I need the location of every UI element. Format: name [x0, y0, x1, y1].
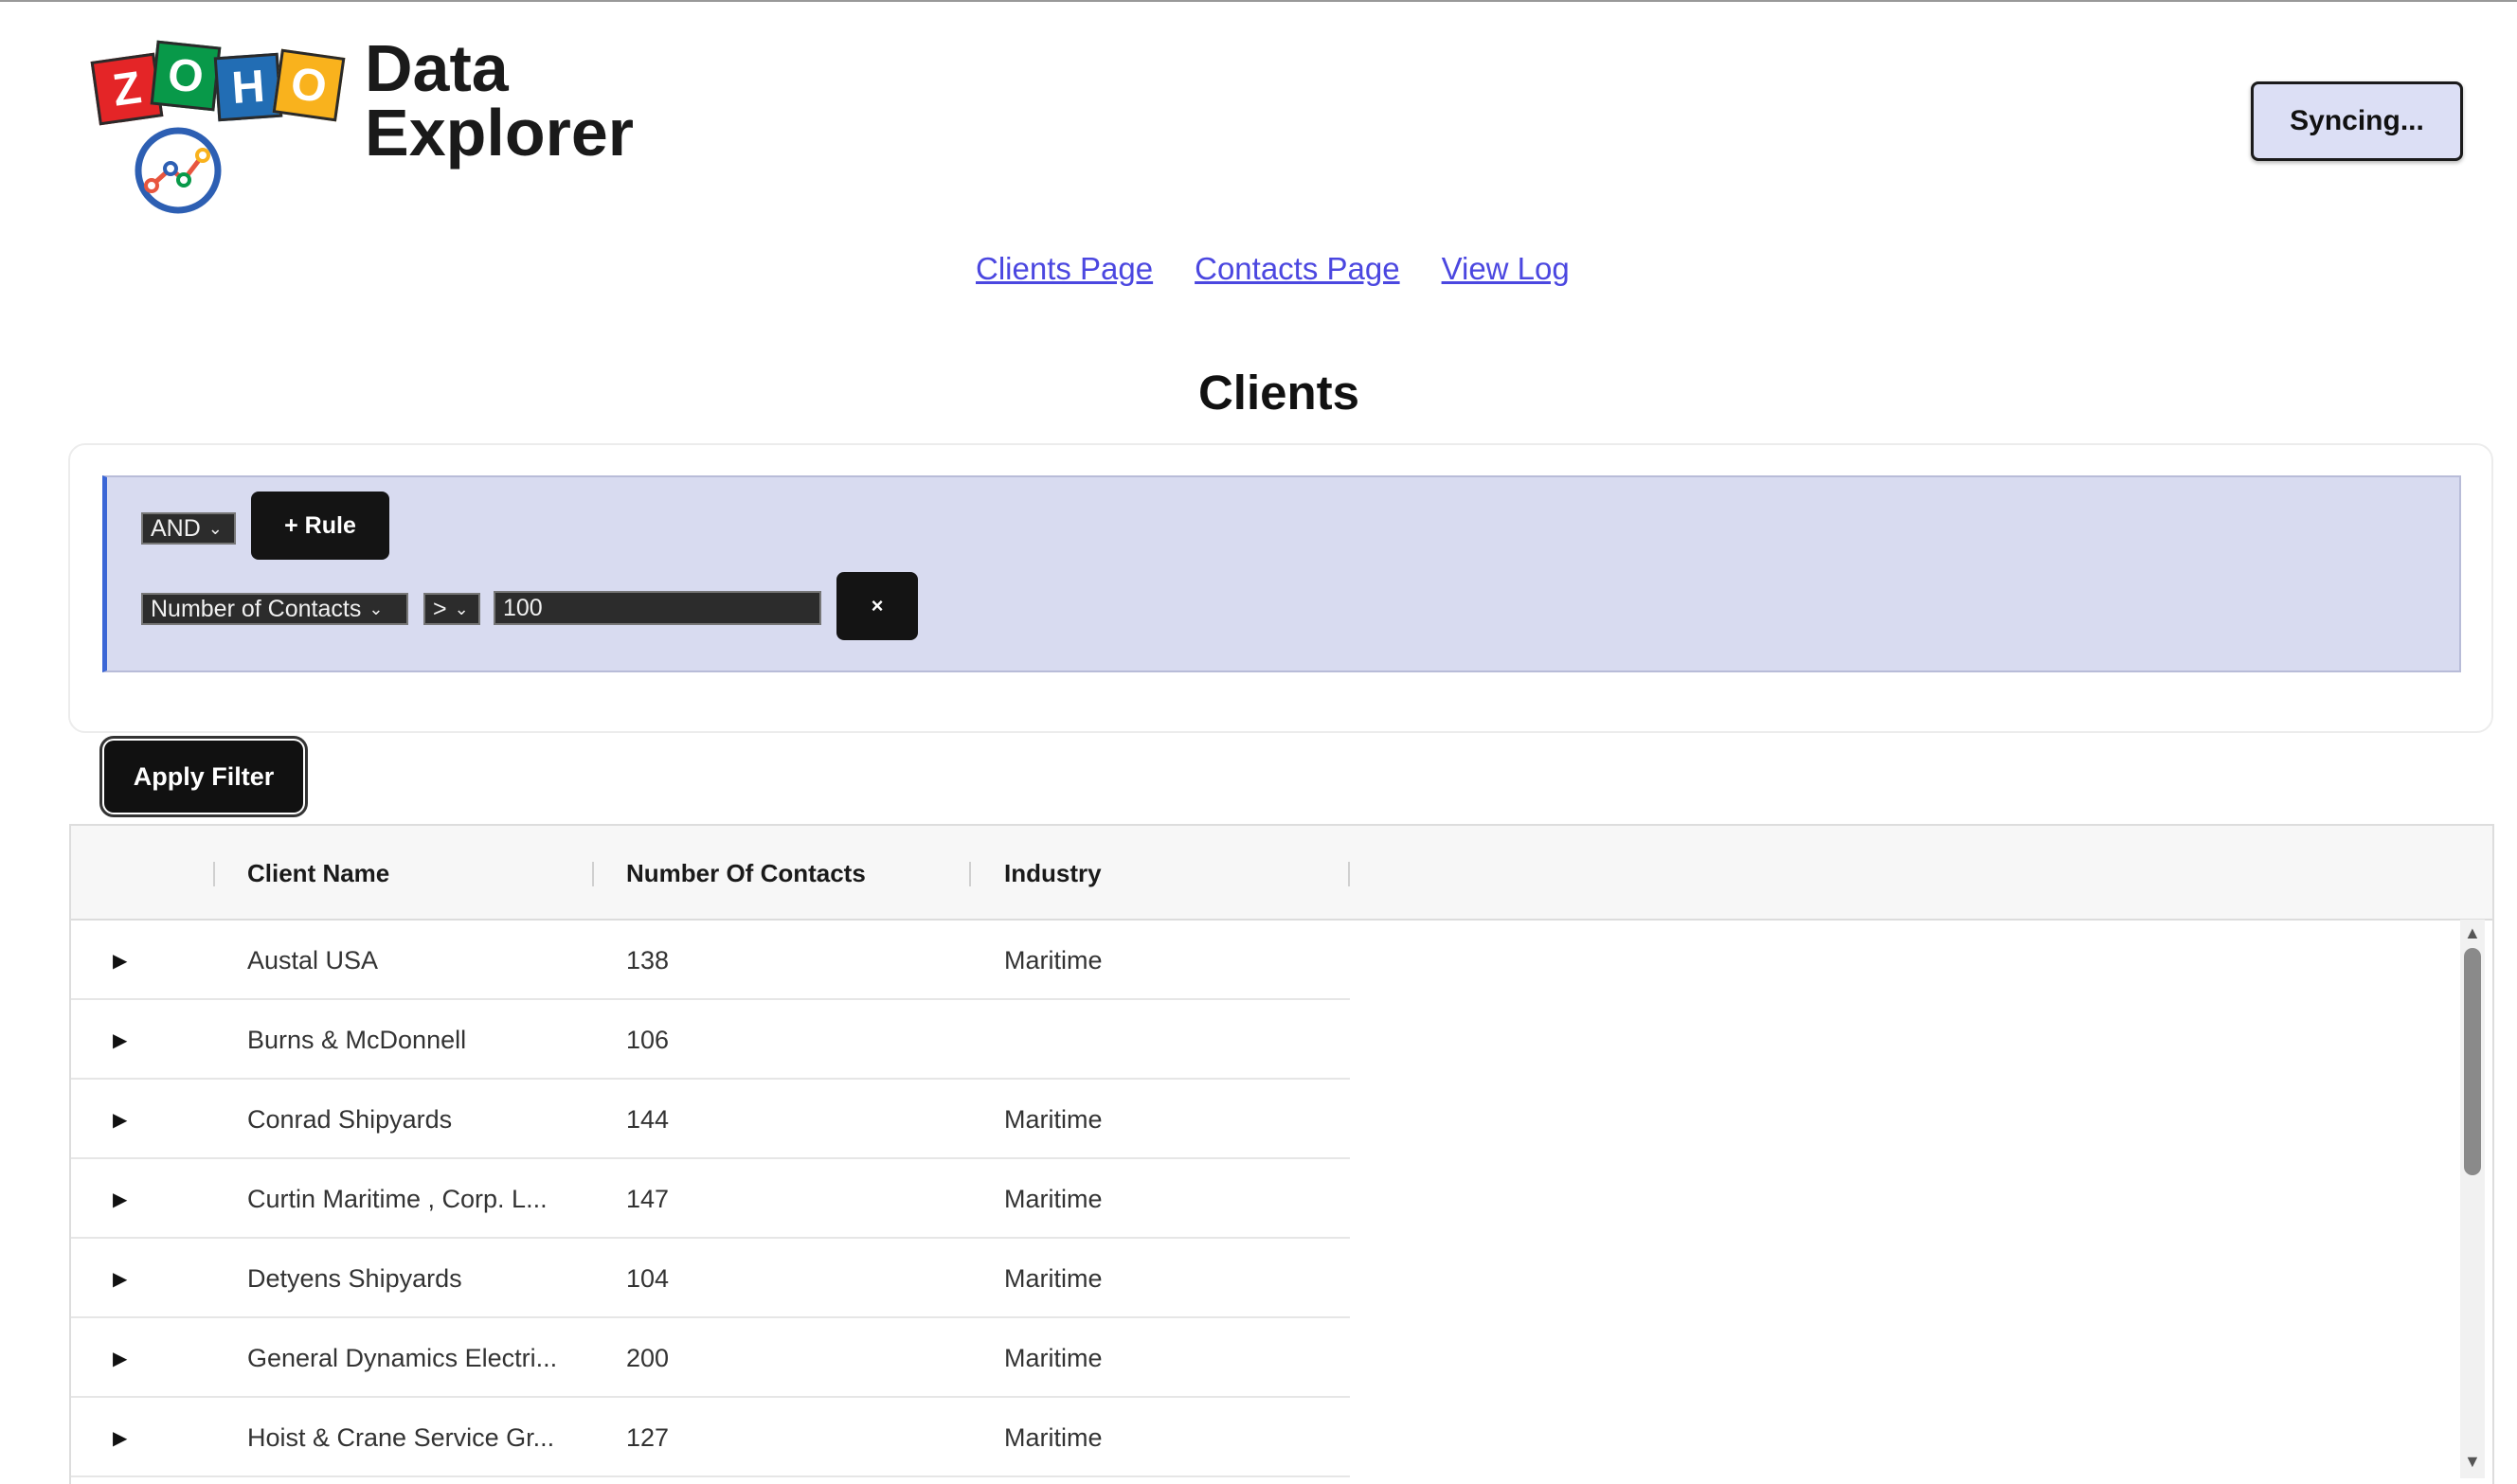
table-row[interactable]: ▶ Austal USA 138 Maritime	[71, 921, 1350, 1000]
expand-arrow-icon[interactable]: ▶	[113, 1000, 127, 1080]
industry-cell: Maritime	[1004, 1184, 1103, 1213]
client-name-cell: Hoist & Crane Service Gr...	[247, 1422, 555, 1452]
industry-cell: Maritime	[1004, 1422, 1103, 1452]
remove-rule-button[interactable]: ×	[836, 572, 918, 640]
table-header: Client Name Number Of Contacts Industry	[71, 826, 2492, 921]
field-value: Number of Contacts	[151, 595, 362, 622]
app-name: Data Explorer	[365, 31, 634, 170]
table-row[interactable]: ▶ Curtin Maritime , Corp. L... 147 Marit…	[71, 1159, 1350, 1239]
column-separator	[969, 862, 971, 886]
client-name-cell: Austal USA	[247, 945, 379, 974]
industry-cell: Maritime	[1004, 1263, 1103, 1293]
sync-button[interactable]: Syncing...	[2251, 81, 2463, 161]
combinator-select[interactable]: AND ⌄	[141, 512, 236, 545]
operator-select[interactable]: > ⌄	[423, 593, 480, 625]
top-border	[0, 0, 2517, 2]
table-scrollbar[interactable]: ▲ ▼	[2460, 920, 2485, 1478]
column-header-industry[interactable]: Industry	[1004, 826, 1102, 921]
clients-table: Client Name Number Of Contacts Industry …	[69, 824, 2494, 1484]
contacts-count-cell: 104	[626, 1263, 670, 1293]
industry-cell: Maritime	[1004, 1343, 1103, 1372]
add-rule-button[interactable]: + Rule	[251, 492, 389, 560]
expand-arrow-icon[interactable]: ▶	[113, 1159, 127, 1239]
client-name-cell: Curtin Maritime , Corp. L...	[247, 1184, 548, 1213]
client-name-cell: Burns & McDonnell	[247, 1025, 467, 1054]
column-separator	[592, 862, 594, 886]
table-row[interactable]: ▶ Detyens Shipyards 104 Maritime	[71, 1239, 1350, 1318]
client-name-cell: Conrad Shipyards	[247, 1104, 453, 1134]
analytics-icon	[135, 127, 222, 214]
operator-value: >	[433, 595, 447, 622]
rule-group: AND ⌄ + Rule Number of Contacts ⌄ > ⌄ 10…	[102, 475, 2461, 672]
chevron-down-icon: ⌄	[454, 599, 469, 618]
expand-arrow-icon[interactable]: ▶	[113, 1398, 127, 1477]
client-name-cell: General Dynamics Electri...	[247, 1343, 558, 1372]
table-row[interactable]: ▶ Hoist & Crane Service Gr... 127 Mariti…	[71, 1398, 1350, 1477]
nav-link-clients[interactable]: Clients Page	[976, 251, 1153, 287]
contacts-count-cell: 138	[626, 945, 670, 974]
chevron-down-icon: ⌄	[207, 518, 223, 538]
industry-cell: Maritime	[1004, 1104, 1103, 1134]
column-header-number-of-contacts[interactable]: Number Of Contacts	[626, 826, 866, 921]
table-row[interactable]: ▶ General Dynamics Electri... 200 Mariti…	[71, 1318, 1350, 1398]
nav-link-contacts[interactable]: Contacts Page	[1195, 251, 1399, 287]
client-name-cell: Detyens Shipyards	[247, 1263, 462, 1293]
expand-arrow-icon[interactable]: ▶	[113, 1080, 127, 1159]
column-header-client-name[interactable]: Client Name	[247, 826, 389, 921]
expand-arrow-icon[interactable]: ▶	[113, 921, 127, 1000]
top-nav: Clients Page Contacts Page View Log	[976, 251, 1570, 287]
field-select[interactable]: Number of Contacts ⌄	[141, 593, 408, 625]
scrollbar-thumb[interactable]	[2464, 948, 2481, 1175]
scroll-down-icon[interactable]: ▼	[2464, 1452, 2481, 1472]
expand-arrow-icon[interactable]: ▶	[113, 1318, 127, 1398]
zoho-tile-o: O	[272, 48, 346, 122]
table-row[interactable]: ▶ Burns & McDonnell 106	[71, 1000, 1350, 1080]
contacts-count-cell: 106	[626, 1025, 670, 1054]
contacts-count-cell: 127	[626, 1422, 670, 1452]
page-title: Clients	[1197, 366, 1360, 420]
table-row[interactable]: ▶ Conrad Shipyards 144 Maritime	[71, 1080, 1350, 1159]
app-name-line1: Data	[365, 31, 509, 105]
industry-cell: Maritime	[1004, 945, 1103, 974]
scroll-up-icon[interactable]: ▲	[2464, 923, 2481, 943]
contacts-count-cell: 147	[626, 1184, 670, 1213]
filter-panel: AND ⌄ + Rule Number of Contacts ⌄ > ⌄ 10…	[68, 443, 2493, 733]
contacts-count-cell: 144	[626, 1104, 670, 1134]
column-separator	[1348, 862, 1350, 886]
apply-filter-button[interactable]: Apply Filter	[99, 736, 308, 817]
rule-value-input[interactable]: 100	[494, 591, 821, 625]
zoho-logo: Z O H O	[90, 36, 346, 126]
app-name-line2: Explorer	[365, 96, 634, 170]
column-separator	[213, 862, 215, 886]
combinator-value: AND	[151, 514, 201, 542]
app-logo: Z O H O Data Explorer	[90, 35, 634, 225]
nav-link-view-log[interactable]: View Log	[1442, 251, 1570, 287]
expand-arrow-icon[interactable]: ▶	[113, 1239, 127, 1318]
zoho-tile-o: O	[150, 40, 222, 112]
chevron-down-icon: ⌄	[369, 599, 384, 618]
contacts-count-cell: 200	[626, 1343, 670, 1372]
